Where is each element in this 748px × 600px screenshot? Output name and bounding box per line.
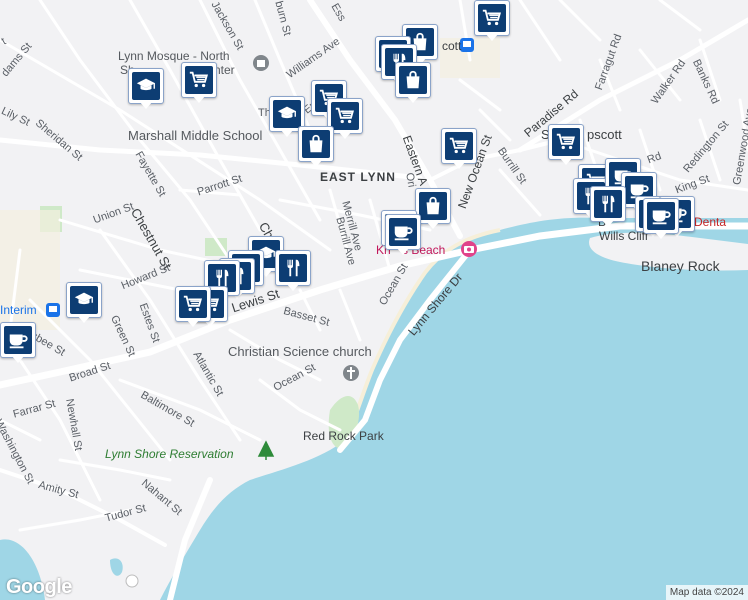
cafe-icon: [389, 218, 417, 246]
marker-tail: [11, 355, 25, 363]
shopping-cart-icon: [179, 290, 207, 318]
map-view[interactable]: Lynn Mosque - North Sh nter Marshall Mid…: [0, 0, 748, 600]
label-ott: cott: [442, 39, 462, 53]
shopping-cart-marker[interactable]: [181, 62, 217, 104]
label-east-lynn: EAST LYNN: [320, 170, 396, 184]
label-marshall: Marshall Middle School: [128, 128, 263, 143]
marker-tail: [452, 161, 466, 169]
marker-frame: [275, 250, 311, 286]
label-lynn-mosque-1: Lynn Mosque - North: [118, 49, 230, 63]
marker-tail: [338, 131, 352, 139]
street-ori: Ori: [403, 171, 418, 189]
marker-tail: [601, 219, 615, 227]
restaurant-icon: [594, 190, 622, 218]
marker-tail: [654, 231, 668, 239]
marker-tail: [139, 101, 153, 109]
label-christian-science: Christian Science church: [228, 344, 372, 359]
shopping-cart-icon: [552, 128, 580, 156]
marker-frame: [643, 198, 679, 234]
cafe-marker[interactable]: [385, 214, 421, 256]
shopping-cart-icon: [185, 66, 213, 94]
marker-frame: [128, 68, 164, 104]
school-icon: [273, 100, 301, 128]
label-lynn-mosque: Lynn Mosque - North: [118, 50, 230, 62]
label-lynn-mosque-3: nter: [214, 63, 235, 77]
label-swampscott-2: pscott: [587, 127, 622, 142]
school-marker[interactable]: [66, 282, 102, 324]
marker-frame: [175, 286, 211, 322]
marker-frame: [441, 128, 477, 164]
label-red-rock-park: Red Rock Park: [303, 429, 384, 443]
marker-frame: [474, 0, 510, 36]
google-logo: Google: [6, 576, 72, 598]
shopping-cart-marker[interactable]: [548, 124, 584, 166]
cafe-marker[interactable]: [643, 198, 679, 240]
marker-frame: [590, 186, 626, 222]
restaurant-marker[interactable]: [275, 250, 311, 292]
marker-frame: [385, 214, 421, 250]
shopping-cart-icon: [445, 132, 473, 160]
marker-frame: [395, 62, 431, 98]
marker-tail: [286, 283, 300, 291]
marker-frame: [181, 62, 217, 98]
marker-frame: [298, 126, 334, 162]
restaurant-marker[interactable]: [590, 186, 626, 228]
shopping-cart-marker[interactable]: [441, 128, 477, 170]
shopping-bag-icon: [419, 192, 447, 220]
shopping-cart-icon: [331, 102, 359, 130]
shopping-bag-icon: [302, 130, 330, 158]
marker-tail: [426, 221, 440, 229]
marker-tail: [485, 33, 499, 41]
school-icon: [70, 286, 98, 314]
marker-tail: [280, 129, 294, 137]
school-icon: [132, 72, 160, 100]
map-attribution[interactable]: Map data ©2024: [665, 585, 748, 600]
marker-tail: [309, 159, 323, 167]
label-blaney-rock: Blaney Rock: [641, 258, 720, 274]
cafe-marker[interactable]: [0, 322, 36, 364]
restaurant-icon: [279, 254, 307, 282]
marker-tail: [77, 315, 91, 323]
shopping-bag-marker[interactable]: [298, 126, 334, 168]
marker-frame: [0, 322, 36, 358]
shopping-cart-icon: [478, 4, 506, 32]
marker-tail: [559, 157, 573, 165]
shopping-cart-marker[interactable]: [175, 286, 211, 328]
school-marker[interactable]: [128, 68, 164, 110]
shopping-bag-icon: [399, 66, 427, 94]
marker-tail: [186, 319, 200, 327]
marker-tail: [406, 95, 420, 103]
cafe-icon: [647, 202, 675, 230]
shopping-cart-marker[interactable]: [474, 0, 510, 42]
marker-tail: [396, 247, 410, 255]
label-interim: Interim: [0, 303, 37, 317]
shopping-bag-marker[interactable]: [395, 62, 431, 104]
marker-frame: [548, 124, 584, 160]
cafe-icon: [4, 326, 32, 354]
label-lynn-shore-reservation: Lynn Shore Reservation: [105, 447, 234, 461]
marker-frame: [66, 282, 102, 318]
marker-tail: [192, 95, 206, 103]
